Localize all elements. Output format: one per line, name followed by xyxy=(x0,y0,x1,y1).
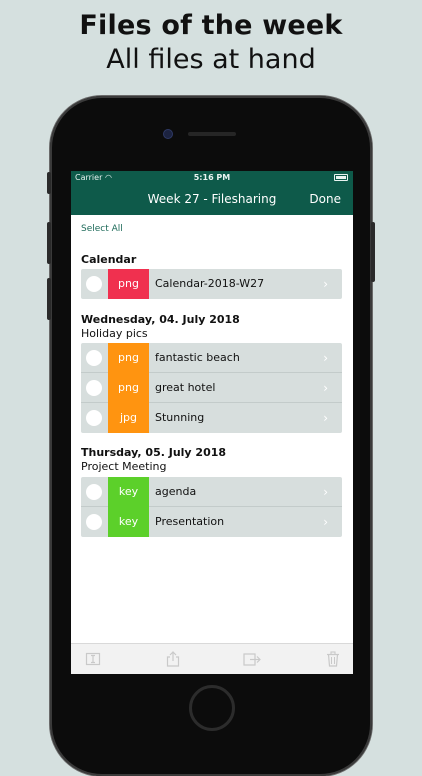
rename-icon[interactable] xyxy=(85,651,101,667)
section-title-wednesday: Wednesday, 04. July 2018 xyxy=(81,313,240,326)
share-icon[interactable] xyxy=(165,651,181,667)
section-title-calendar: Calendar xyxy=(81,253,137,266)
file-row[interactable]: key agenda › xyxy=(81,477,342,507)
file-name: Calendar-2018-W27 xyxy=(155,277,265,290)
select-radio[interactable] xyxy=(86,276,102,292)
volume-down-button xyxy=(47,278,51,320)
select-radio[interactable] xyxy=(86,514,102,530)
chevron-right-icon: › xyxy=(323,515,328,529)
file-name: great hotel xyxy=(155,381,216,394)
volume-up-button xyxy=(47,222,51,264)
done-button[interactable]: Done xyxy=(309,192,341,206)
file-row[interactable]: png fantastic beach › xyxy=(81,343,342,373)
power-button xyxy=(371,222,375,282)
camera-icon xyxy=(163,129,173,139)
file-row[interactable]: png Calendar-2018-W27 › xyxy=(81,269,342,299)
chevron-right-icon: › xyxy=(323,351,328,365)
speaker-grille xyxy=(188,132,236,136)
file-type-badge: png xyxy=(108,343,149,373)
file-type-badge: png xyxy=(108,373,149,403)
file-name: Presentation xyxy=(155,515,225,528)
file-row[interactable]: jpg Stunning › xyxy=(81,403,342,433)
section-subtitle-meeting: Project Meeting xyxy=(81,460,167,473)
navigation-bar: Week 27 - Filesharing Done xyxy=(71,185,353,215)
file-row[interactable]: png great hotel › xyxy=(81,373,342,403)
chevron-right-icon: › xyxy=(323,381,328,395)
file-name: agenda xyxy=(155,485,197,498)
select-radio[interactable] xyxy=(86,350,102,366)
trash-icon[interactable] xyxy=(325,651,341,667)
export-icon[interactable] xyxy=(243,651,261,667)
chevron-right-icon: › xyxy=(323,411,328,425)
chevron-right-icon: › xyxy=(323,277,328,291)
promo-title: Files of the week xyxy=(79,10,343,41)
clock-label: 5:16 PM xyxy=(193,173,231,182)
home-button[interactable] xyxy=(189,685,235,731)
file-row[interactable]: key Presentation › xyxy=(81,507,342,537)
battery-icon xyxy=(334,174,348,181)
file-group-calendar: png Calendar-2018-W27 › xyxy=(81,269,342,299)
select-radio[interactable] xyxy=(86,410,102,426)
file-type-badge: key xyxy=(108,507,149,537)
section-title-thursday: Thursday, 05. July 2018 xyxy=(81,446,227,459)
section-subtitle-holiday: Holiday pics xyxy=(81,327,148,340)
mute-switch xyxy=(47,172,51,194)
status-bar: Carrier ◠ 5:16 PM xyxy=(71,171,353,185)
app-screen: Carrier ◠ 5:16 PM Week 27 - Filesharing … xyxy=(71,171,353,674)
file-type-badge: jpg xyxy=(108,403,149,433)
file-type-badge: key xyxy=(108,477,149,507)
file-type-badge: png xyxy=(108,269,149,299)
file-name: Stunning xyxy=(155,411,205,424)
promo-subtitle: All files at hand xyxy=(106,44,316,75)
select-radio[interactable] xyxy=(86,380,102,396)
file-group-thursday: key agenda › key Presentation › xyxy=(81,477,342,537)
file-name: fantastic beach xyxy=(155,351,240,364)
bottom-toolbar xyxy=(71,643,353,674)
chevron-right-icon: › xyxy=(323,485,328,499)
select-all-button[interactable]: Select All xyxy=(81,224,123,234)
select-radio[interactable] xyxy=(86,484,102,500)
file-group-wednesday: png fantastic beach › png great hotel › … xyxy=(81,343,342,433)
